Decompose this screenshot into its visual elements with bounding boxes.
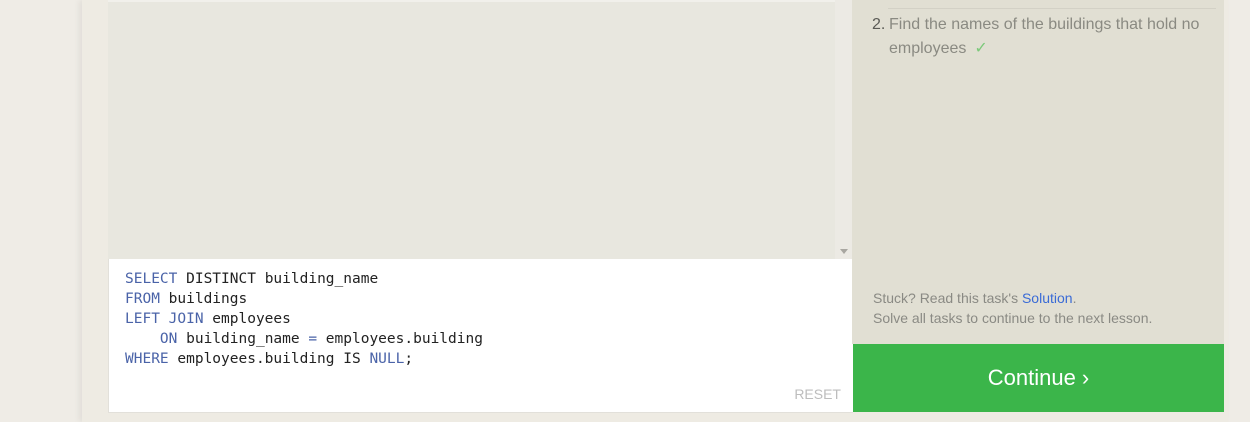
code-line[interactable]: WHERE employees.building IS NULL; bbox=[125, 349, 483, 369]
sql-keyword: FROM bbox=[125, 291, 160, 307]
sql-text: employees.building IS bbox=[168, 351, 370, 367]
sql-keyword: WHERE bbox=[125, 351, 169, 367]
task-sidebar: 2. Find the names of the buildings that … bbox=[852, 0, 1224, 344]
continue-button[interactable]: Continue › bbox=[853, 344, 1224, 412]
checkmark-icon: ✓ bbox=[974, 40, 988, 57]
code-line[interactable]: FROM buildings bbox=[125, 289, 483, 309]
sql-keyword: = bbox=[308, 331, 318, 347]
code-line[interactable]: SELECT DISTINCT building_name bbox=[125, 269, 483, 289]
task-number: 2. bbox=[872, 16, 886, 33]
code-line[interactable]: LEFT JOIN employees bbox=[125, 309, 483, 329]
task-text: Find the names of the buildings that hol… bbox=[889, 13, 1212, 61]
sql-text: ; bbox=[404, 351, 414, 367]
task-description: Find the names of the buildings that hol… bbox=[889, 16, 1200, 57]
sql-code[interactable]: SELECT DISTINCT building_name FROM buildi… bbox=[125, 269, 483, 369]
sql-text: buildings bbox=[159, 291, 248, 307]
sql-keyword: LEFT JOIN bbox=[125, 311, 204, 327]
code-line[interactable]: ON building_name = employees.building bbox=[125, 329, 483, 349]
sql-editor[interactable]: SELECT DISTINCT building_name FROM buildi… bbox=[108, 259, 853, 413]
sql-text: employees bbox=[203, 311, 291, 327]
scroll-down-arrow-icon[interactable] bbox=[840, 249, 848, 254]
reset-button[interactable]: RESET bbox=[794, 386, 841, 402]
task-item: 2. Find the names of the buildings that … bbox=[872, 13, 1212, 61]
continue-note: Solve all tasks to continue to the next … bbox=[873, 310, 1153, 326]
sql-text: employees.building bbox=[317, 331, 483, 347]
help-text: Stuck? Read this task's Solution. Solve … bbox=[873, 288, 1152, 328]
results-scrollbar[interactable] bbox=[835, 0, 852, 259]
query-results-pane bbox=[108, 0, 835, 261]
stuck-prefix: Stuck? Read this task's bbox=[873, 290, 1022, 306]
sql-keyword: SELECT bbox=[125, 271, 178, 287]
previous-task-divider bbox=[888, 0, 1216, 9]
sql-keyword: NULL bbox=[369, 351, 405, 367]
sql-keyword: ON bbox=[159, 331, 178, 347]
sql-text: DISTINCT building_name bbox=[177, 271, 379, 287]
sql-text: building_name bbox=[177, 331, 309, 347]
solution-link[interactable]: Solution bbox=[1022, 290, 1073, 306]
stuck-suffix: . bbox=[1072, 290, 1077, 306]
